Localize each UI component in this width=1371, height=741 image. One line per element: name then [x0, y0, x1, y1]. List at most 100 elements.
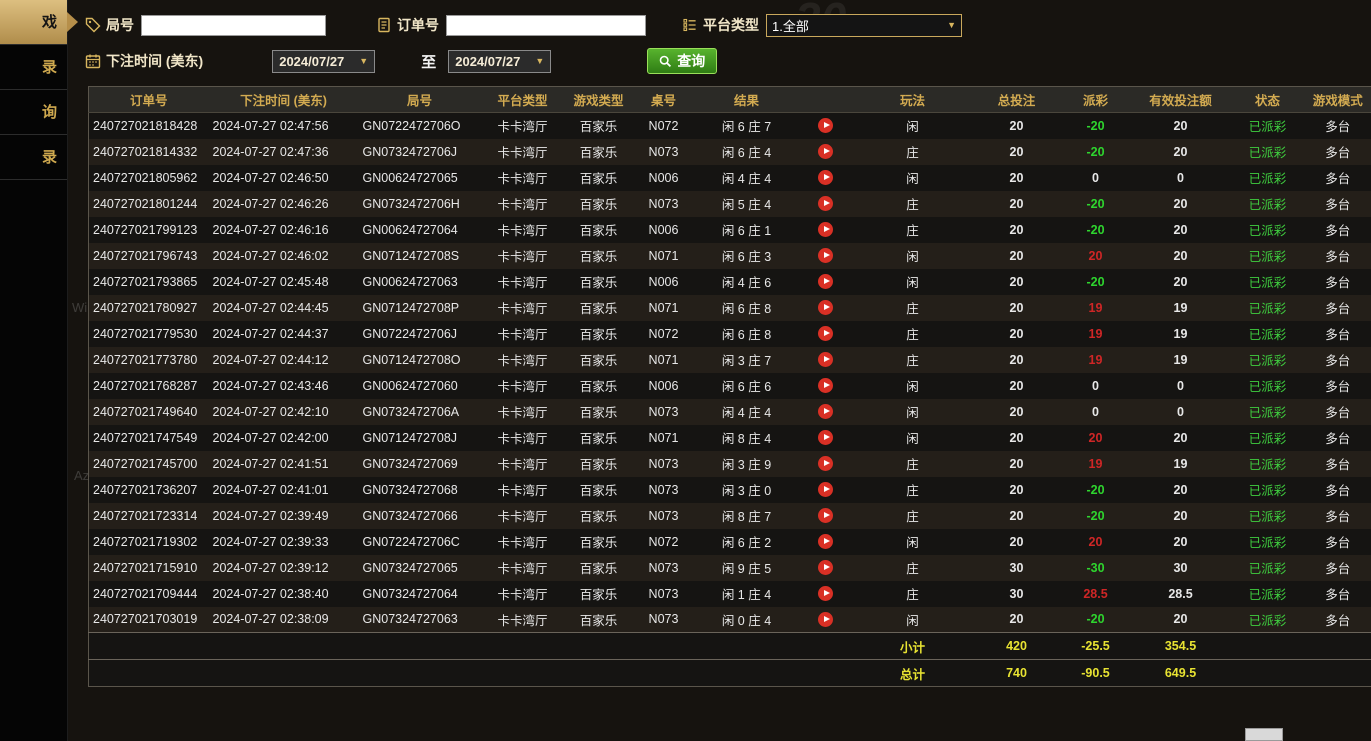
replay-icon[interactable]: [818, 586, 833, 601]
cell-platform: 卡卡湾厅: [481, 555, 565, 581]
cell-total-bet: 20: [973, 217, 1061, 243]
cell-valid-bet: 20: [1131, 425, 1231, 451]
date-from-select[interactable]: 2024/07/27 ▼: [272, 50, 375, 73]
replay-icon[interactable]: [818, 352, 833, 367]
chevron-down-icon: ▼: [947, 21, 956, 30]
round-no-input[interactable]: [141, 15, 326, 36]
replay-icon[interactable]: [818, 508, 833, 523]
replay-icon[interactable]: [818, 612, 833, 627]
cell-bet-side: 庄: [853, 477, 973, 503]
replay-icon[interactable]: [818, 196, 833, 211]
replay-icon[interactable]: [818, 404, 833, 419]
col-bet-time: 下注时间 (美东): [209, 87, 359, 113]
query-button[interactable]: 查询: [647, 48, 717, 74]
cell-order-no: 240727021747549: [89, 425, 209, 451]
play-triangle-icon: [824, 382, 830, 388]
cell-round-no: GN07324727065: [359, 555, 481, 581]
date-to-select[interactable]: 2024/07/27 ▼: [448, 50, 551, 73]
cell-bet-time: 2024-07-27 02:44:45: [209, 295, 359, 321]
table-row: 2407270217938652024-07-27 02:45:48GN0062…: [89, 269, 1371, 295]
cell-game-type: 百家乐: [565, 347, 633, 373]
filter-row-2: 下注时间 (美东) 2024/07/27 ▼ 至 2024/07/27 ▼ 查询: [85, 46, 1371, 76]
cell-platform: 卡卡湾厅: [481, 165, 565, 191]
cell-order-no: 240727021796743: [89, 243, 209, 269]
subtotal-row: 小计 420 -25.5 354.5: [89, 633, 1371, 660]
cell-payout: -20: [1061, 477, 1131, 503]
replay-icon[interactable]: [818, 248, 833, 263]
platform-type-select[interactable]: 1.全部 ▼: [766, 14, 962, 37]
replay-icon[interactable]: [818, 456, 833, 471]
replay-icon[interactable]: [818, 300, 833, 315]
cell-game-type: 百家乐: [565, 607, 633, 633]
table-row: 2407270218143322024-07-27 02:47:36GN0732…: [89, 139, 1371, 165]
cell-table-no: N006: [633, 217, 695, 243]
cell-bet-side: 闲: [853, 425, 973, 451]
sidebar-item-record-2[interactable]: 录: [0, 135, 67, 180]
order-no-input[interactable]: [446, 15, 646, 36]
cell-game-type: 百家乐: [565, 139, 633, 165]
cell-platform: 卡卡湾厅: [481, 295, 565, 321]
cell-payout: 20: [1061, 425, 1131, 451]
cell-bet-time: 2024-07-27 02:39:49: [209, 503, 359, 529]
cell-payout: 20: [1061, 243, 1131, 269]
cell-bet-time: 2024-07-27 02:46:26: [209, 191, 359, 217]
replay-icon[interactable]: [818, 482, 833, 497]
replay-icon[interactable]: [818, 274, 833, 289]
cell-table-no: N071: [633, 295, 695, 321]
cell-status: 已派彩: [1231, 347, 1305, 373]
cell-replay: [799, 191, 853, 217]
cell-payout: 19: [1061, 295, 1131, 321]
cell-valid-bet: 19: [1131, 451, 1231, 477]
cell-game-mode: 多台: [1305, 113, 1371, 139]
table-row: 2407270217094442024-07-27 02:38:40GN0732…: [89, 581, 1371, 607]
replay-icon[interactable]: [818, 326, 833, 341]
cell-status: 已派彩: [1231, 425, 1305, 451]
table-header: 订单号 下注时间 (美东) 局号 平台类型 游戏类型 桌号 结果 玩法 总投注 …: [89, 87, 1371, 113]
cell-replay: [799, 503, 853, 529]
sidebar-item-query[interactable]: 询: [0, 90, 67, 135]
cell-game-mode: 多台: [1305, 243, 1371, 269]
pagination-box[interactable]: [1245, 728, 1283, 741]
cell-payout: -20: [1061, 607, 1131, 633]
cell-round-no: GN0722472706J: [359, 321, 481, 347]
cell-bet-time: 2024-07-27 02:47:36: [209, 139, 359, 165]
cell-order-no: 240727021801244: [89, 191, 209, 217]
cell-game-type: 百家乐: [565, 477, 633, 503]
play-triangle-icon: [824, 590, 830, 596]
replay-icon[interactable]: [818, 118, 833, 133]
cell-game-mode: 多台: [1305, 555, 1371, 581]
cell-payout: -20: [1061, 269, 1131, 295]
cell-round-no: GN0732472706A: [359, 399, 481, 425]
replay-icon[interactable]: [818, 378, 833, 393]
sidebar-item-record-1[interactable]: 录: [0, 45, 67, 90]
cell-bet-side: 闲: [853, 399, 973, 425]
cell-round-no: GN07324727063: [359, 607, 481, 633]
cell-payout: -20: [1061, 191, 1131, 217]
cell-bet-side: 庄: [853, 321, 973, 347]
replay-icon[interactable]: [818, 170, 833, 185]
cell-result: 闲 3 庄 9: [695, 451, 799, 477]
cell-platform: 卡卡湾厅: [481, 425, 565, 451]
platform-type-value: 1.全部: [772, 16, 809, 35]
replay-icon[interactable]: [818, 144, 833, 159]
cell-round-no: GN0732472706H: [359, 191, 481, 217]
replay-icon[interactable]: [818, 430, 833, 445]
play-triangle-icon: [824, 512, 830, 518]
replay-icon[interactable]: [818, 534, 833, 549]
cell-bet-time: 2024-07-27 02:46:02: [209, 243, 359, 269]
order-no-label: 订单号: [397, 15, 439, 35]
cell-payout: -30: [1061, 555, 1131, 581]
replay-icon[interactable]: [818, 222, 833, 237]
play-triangle-icon: [824, 538, 830, 544]
replay-icon[interactable]: [818, 560, 833, 575]
chevron-down-icon: ▼: [535, 57, 544, 66]
cell-result: 闲 0 庄 4: [695, 607, 799, 633]
play-triangle-icon: [824, 356, 830, 362]
sidebar-item-game[interactable]: 戏: [0, 0, 67, 45]
cell-payout: -20: [1061, 503, 1131, 529]
col-round-no: 局号: [359, 87, 481, 113]
col-result: 结果: [695, 87, 799, 113]
cell-game-type: 百家乐: [565, 399, 633, 425]
cell-order-no: 240727021768287: [89, 373, 209, 399]
cell-platform: 卡卡湾厅: [481, 139, 565, 165]
